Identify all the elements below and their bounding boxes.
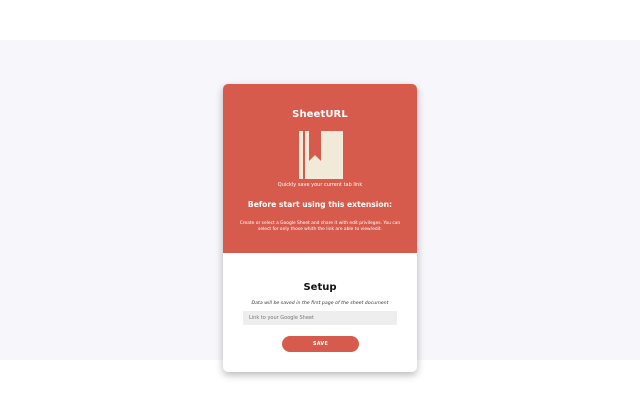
bookmark-book-icon	[299, 131, 343, 179]
header-panel: SheetURL Quickly save your current tab l…	[223, 84, 417, 253]
save-button[interactable]: SAVE	[282, 336, 359, 352]
tagline: Quickly save your current tab link	[277, 182, 363, 188]
storage-note: Data will be saved in the first page of …	[251, 301, 389, 306]
popup-background: SheetURL Quickly save your current tab l…	[0, 40, 640, 372]
app-title: SheetURL	[292, 109, 348, 120]
setup-instructions-text: Create or select a Google Sheet and shar…	[239, 221, 401, 232]
setup-instructions-heading: Before start using this extension:	[247, 200, 393, 209]
setup-title: Setup	[303, 282, 337, 293]
extension-popup-card: SheetURL Quickly save your current tab l…	[223, 84, 417, 372]
google-sheet-link-input[interactable]	[243, 311, 397, 325]
